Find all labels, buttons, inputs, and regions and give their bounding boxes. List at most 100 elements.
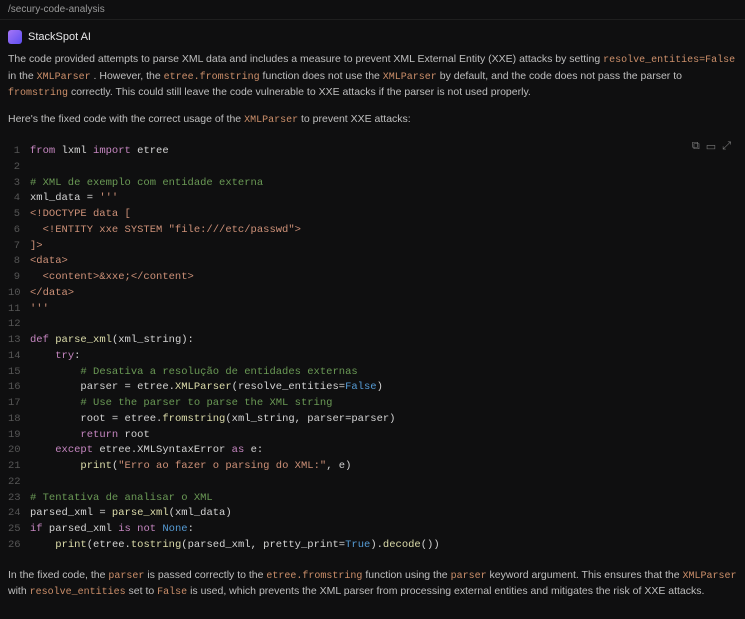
inline-code: XMLParser (37, 72, 91, 83)
line-number: 15 (8, 365, 30, 381)
inline-code: parser (451, 571, 487, 582)
wrap-icon[interactable]: ▭ (706, 140, 716, 153)
code-text: ]> (30, 239, 43, 255)
line-number: 17 (8, 396, 30, 412)
text: keyword argument. This ensures that the (490, 569, 683, 581)
inline-code: parser (108, 571, 144, 582)
text: correctly. This could still leave the co… (71, 86, 531, 98)
code-line: 23# Tentativa de analisar o XML (8, 491, 737, 507)
text: The code provided attempts to parse XML … (8, 53, 603, 65)
code-block[interactable]: 1from lxml import etree23# XML de exempl… (8, 138, 737, 560)
line-number: 20 (8, 443, 30, 459)
assistant-header: StackSpot AI (0, 20, 745, 52)
inline-code: resolve_entities=False (603, 55, 735, 66)
code-text: <!DOCTYPE data [ (30, 207, 131, 223)
expand-icon[interactable]: ⤢ (722, 140, 731, 153)
code-text: <!ENTITY xxe SYSTEM "file:///etc/passwd"… (30, 223, 301, 239)
code-line: 16 parser = etree.XMLParser(resolve_enti… (8, 380, 737, 396)
code-line: 11''' (8, 302, 737, 318)
code-line: 9 <content>&xxe;</content> (8, 270, 737, 286)
inline-code: XMLParser (683, 571, 737, 582)
code-text: from lxml import etree (30, 144, 169, 160)
text: with (8, 585, 30, 597)
line-number: 19 (8, 428, 30, 444)
line-number: 5 (8, 207, 30, 223)
code-line: 3# XML de exemplo com entidade externa (8, 176, 737, 192)
code-text: </data> (30, 286, 74, 302)
text: by default, and the code does not pass t… (440, 70, 682, 82)
inline-code: XMLParser (244, 115, 298, 126)
line-number: 26 (8, 538, 30, 554)
line-number: 16 (8, 380, 30, 396)
code-text: # XML de exemplo com entidade externa (30, 176, 263, 192)
text: is used, which prevents the XML parser f… (190, 585, 704, 597)
code-line: 10</data> (8, 286, 737, 302)
path-text: /secury-code-analysis (8, 4, 105, 15)
line-number: 24 (8, 506, 30, 522)
code-line: 22 (8, 475, 737, 491)
inline-code: XMLParser (383, 72, 437, 83)
code-text: <content>&xxe;</content> (30, 270, 194, 286)
line-number: 8 (8, 254, 30, 270)
code-line: 12 (8, 317, 737, 333)
inline-code: etree.fromstring (266, 571, 362, 582)
path-bar: /secury-code-analysis (0, 0, 745, 20)
message-body: The code provided attempts to parse XML … (0, 52, 745, 560)
code-text: print("Erro ao fazer o parsing do XML:",… (30, 459, 351, 475)
line-number: 6 (8, 223, 30, 239)
code-line: 24parsed_xml = parse_xml(xml_data) (8, 506, 737, 522)
inline-code: resolve_entities (30, 587, 126, 598)
code-line: 7]> (8, 239, 737, 255)
code-toolbar: ⧉ ▭ ⤢ (692, 140, 731, 153)
code-text: def parse_xml(xml_string): (30, 333, 194, 349)
footer-paragraph: In the fixed code, the parser is passed … (0, 560, 745, 619)
inline-code: False (157, 587, 187, 598)
explanation-paragraph-1: The code provided attempts to parse XML … (8, 52, 737, 102)
code-line: 13def parse_xml(xml_string): (8, 333, 737, 349)
code-line: 4xml_data = ''' (8, 191, 737, 207)
code-text: # Tentativa de analisar o XML (30, 491, 213, 507)
line-number: 2 (8, 160, 30, 176)
code-line: 15 # Desativa a resolução de entidades e… (8, 365, 737, 381)
code-line: 19 return root (8, 428, 737, 444)
code-text: ''' (30, 302, 49, 318)
code-line: 25if parsed_xml is not None: (8, 522, 737, 538)
text: in the (8, 70, 37, 82)
line-number: 1 (8, 144, 30, 160)
code-line: 17 # Use the parser to parse the XML str… (8, 396, 737, 412)
line-number: 9 (8, 270, 30, 286)
code-text: if parsed_xml is not None: (30, 522, 194, 538)
line-number: 13 (8, 333, 30, 349)
code-text: root = etree.fromstring(xml_string, pars… (30, 412, 396, 428)
line-number: 14 (8, 349, 30, 365)
assistant-name: StackSpot AI (28, 31, 91, 43)
text: In the fixed code, the (8, 569, 108, 581)
line-number: 11 (8, 302, 30, 318)
line-number: 3 (8, 176, 30, 192)
code-line: 2 (8, 160, 737, 176)
code-line: 21 print("Erro ao fazer o parsing do XML… (8, 459, 737, 475)
line-number: 25 (8, 522, 30, 538)
code-text: xml_data = ''' (30, 191, 118, 207)
code-line: 5<!DOCTYPE data [ (8, 207, 737, 223)
code-line: 14 try: (8, 349, 737, 365)
text: . However, the (94, 70, 164, 82)
code-line: 6 <!ENTITY xxe SYSTEM "file:///etc/passw… (8, 223, 737, 239)
text: function does not use the (263, 70, 383, 82)
copy-icon[interactable]: ⧉ (692, 140, 700, 153)
code-text: except etree.XMLSyntaxError as e: (30, 443, 263, 459)
code-text: # Desativa a resolução de entidades exte… (30, 365, 358, 381)
line-number: 7 (8, 239, 30, 255)
line-number: 12 (8, 317, 30, 333)
text: is passed correctly to the (147, 569, 266, 581)
text: function using the (365, 569, 450, 581)
text: set to (129, 585, 158, 597)
code-text: parsed_xml = parse_xml(xml_data) (30, 506, 232, 522)
code-text: try: (30, 349, 80, 365)
code-line: 18 root = etree.fromstring(xml_string, p… (8, 412, 737, 428)
code-text: return root (30, 428, 150, 444)
code-block-container: ⧉ ▭ ⤢ 1from lxml import etree23# XML de … (8, 138, 737, 560)
inline-code: fromstring (8, 88, 68, 99)
line-number: 10 (8, 286, 30, 302)
code-line: 20 except etree.XMLSyntaxError as e: (8, 443, 737, 459)
